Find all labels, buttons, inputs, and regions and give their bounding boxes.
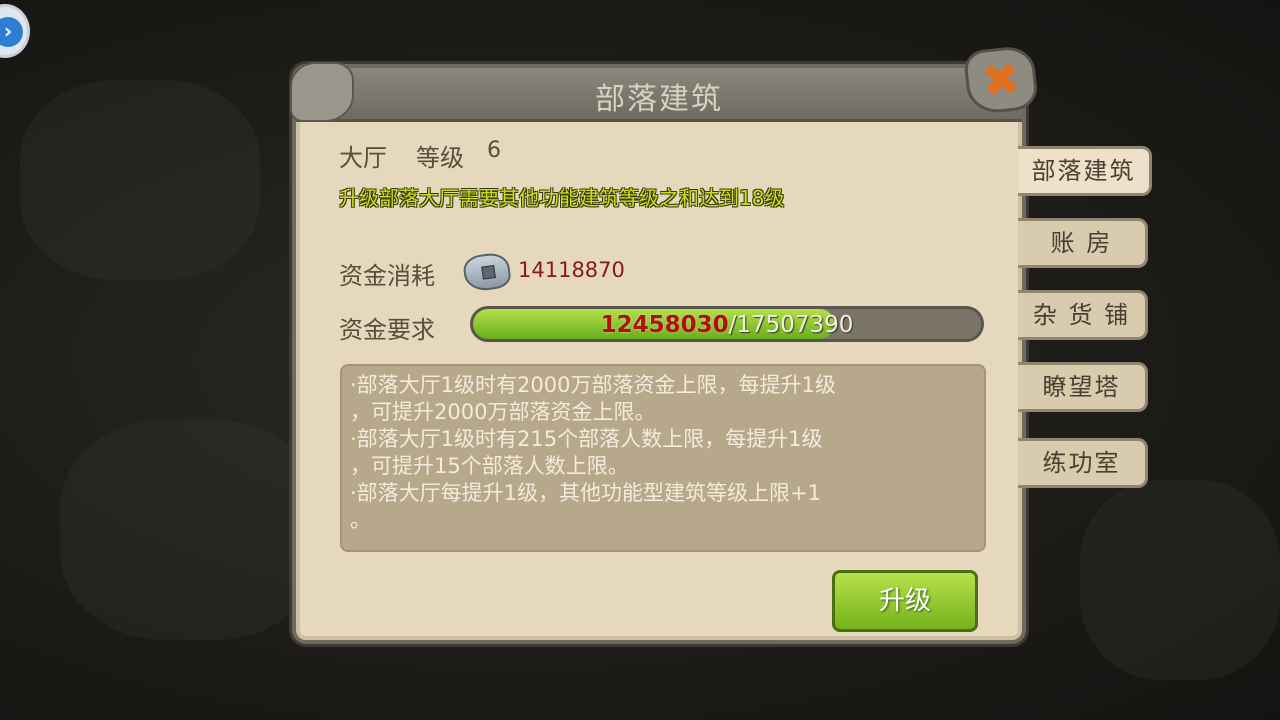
floating-menu-button[interactable]: › (0, 4, 30, 58)
upgrade-hint: 升级部落大厅需要其他功能建筑等级之和达到18级 (339, 186, 785, 210)
panel-title: 部落建筑 (595, 82, 723, 117)
tab-tribe-buildings[interactable]: 部落建筑 (1018, 146, 1152, 196)
close-x-icon: ✖ (979, 51, 1023, 109)
corner-stone-decoration (290, 62, 354, 122)
tab-watchtower[interactable]: 瞭望塔 (1018, 362, 1148, 412)
funds-progress-text: 12458030/17507390 (473, 312, 981, 338)
background-rock (60, 420, 320, 640)
background-rock (1080, 480, 1280, 680)
upgrade-button[interactable]: 升级 (832, 570, 978, 632)
panel-header: 部落建筑 (296, 68, 1022, 122)
close-button[interactable]: ✖ (962, 44, 1040, 116)
description-box: ·部落大厅1级时有2000万部落资金上限，每提升1级 ，可提升2000万部落资金… (340, 364, 986, 552)
building-panel: 部落建筑 (290, 62, 1026, 644)
description-line: ·部落大厅1级时有2000万部落资金上限，每提升1级 (350, 373, 836, 397)
tab-grocery[interactable]: 杂 货 铺 (1018, 290, 1148, 340)
funds-progress-bar: 12458030/17507390 (470, 306, 984, 342)
description-line: ，可提升15个部落人数上限。 (350, 454, 629, 478)
cost-value: 14118870 (518, 258, 625, 282)
description-line: ·部落大厅每提升1级，其他功能型建筑等级上限+1 (350, 481, 821, 505)
tab-training-room[interactable]: 练功室 (1018, 438, 1148, 488)
building-name: 大厅 (339, 144, 387, 172)
background-rock (20, 80, 260, 280)
requirement-label: 资金要求 (339, 316, 435, 344)
cost-label: 资金消耗 (339, 262, 435, 290)
description-line: ·部落大厅1级时有215个部落人数上限，每提升1级 (350, 427, 823, 451)
funds-current: 12458030 (600, 312, 729, 338)
chevron-right-icon: › (0, 17, 23, 47)
description-line: ，可提升2000万部落资金上限。 (350, 400, 656, 424)
funds-required: 17507390 (736, 312, 854, 338)
tab-accounting[interactable]: 账 房 (1018, 218, 1148, 268)
level-label: 等级 (416, 144, 464, 172)
level-value: 6 (487, 138, 501, 163)
description-line: 。 (350, 508, 371, 532)
